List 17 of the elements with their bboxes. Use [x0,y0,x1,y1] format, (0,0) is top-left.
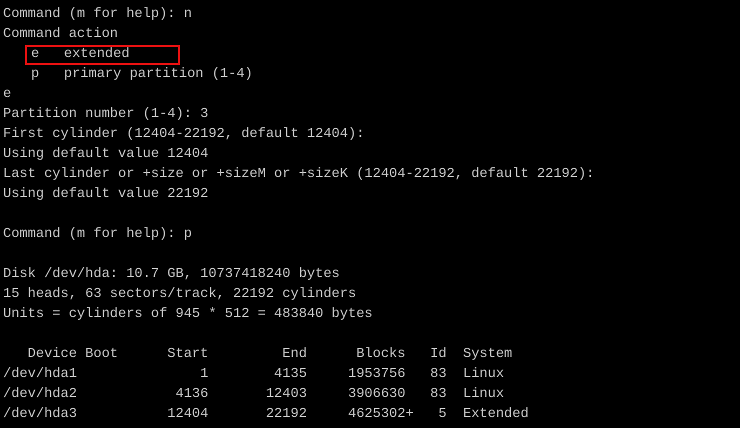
terminal-line: Units = cylinders of 945 * 512 = 483840 bytes [3,306,373,324]
terminal-line: 15 heads, 63 sectors/track, 22192 cylinders [3,286,356,304]
terminal-line: Device Boot Start End Blocks Id System [26,346,512,364]
terminal-line: Command (m for help): p [3,226,192,244]
terminal-line: Using default value 22192 [3,186,208,204]
terminal-line: First cylinder (12404-22192, default 12404): [3,126,364,144]
terminal-line: Using default value 12404 [3,146,208,164]
terminal-line: e [3,86,12,104]
terminal-line: Disk /dev/hda: 10.7 GB, 10737418240 bytes [3,266,340,284]
terminal-line: /dev/hda2 4136 12403 3906630 83 Linux [3,386,504,404]
terminal-line: Command action [3,26,118,44]
terminal-line: /dev/hda3 12404 22192 4625302+ 5 Extended [3,406,529,424]
terminal-line: Command (m for help): n [3,6,192,24]
terminal-line: /dev/hda1 1 4135 1953756 83 Linux [3,366,504,384]
terminal-line: Last cylinder or +size or +sizeM or +sizeK (12404-22192, default 22192): [3,166,594,184]
terminal-line: Partition number (1-4): 3 [3,106,208,124]
terminal-line: p primary partition (1-4) [31,66,253,84]
